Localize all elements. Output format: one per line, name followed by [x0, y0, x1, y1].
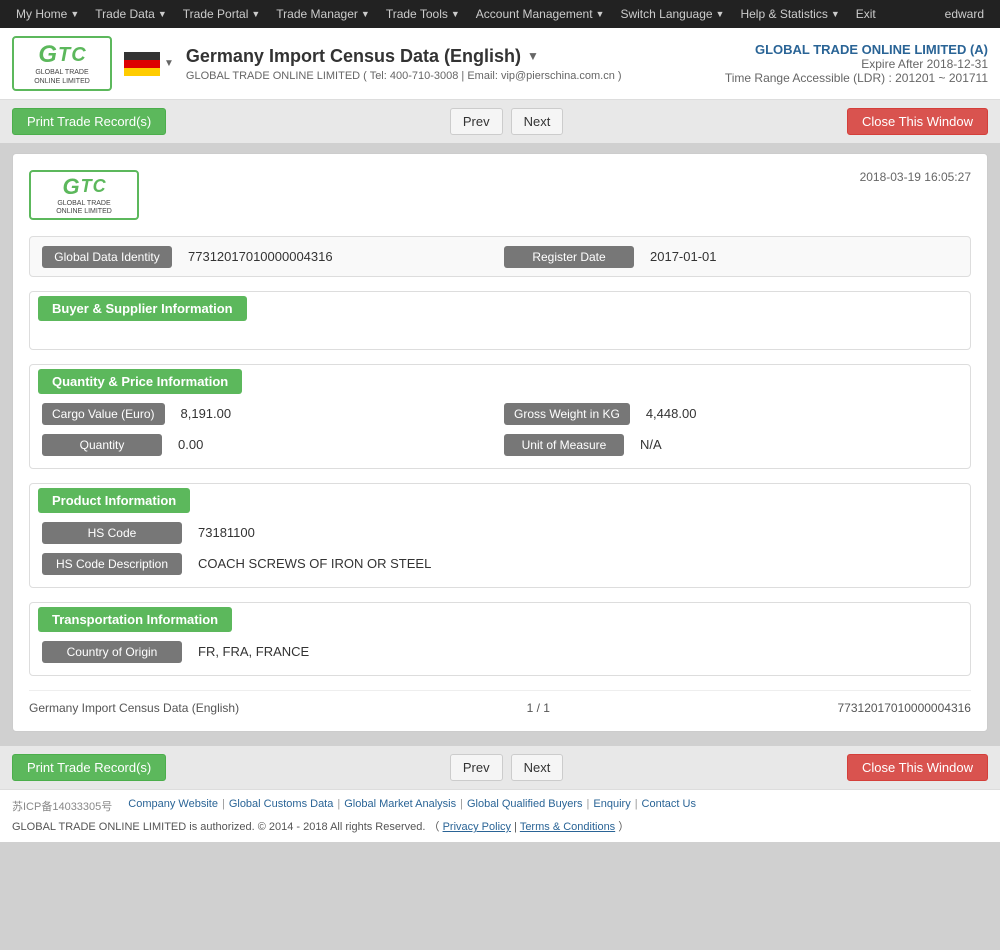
record-card: G T C GLOBAL TRADEONLINE LIMITED 2018-03… — [12, 153, 988, 732]
expire-date: Expire After 2018-12-31 — [725, 57, 988, 71]
record-logo: G T C GLOBAL TRADEONLINE LIMITED — [29, 170, 139, 220]
prev-button-bottom[interactable]: Prev — [450, 754, 503, 781]
page-footer: 苏ICP备14033305号 Company Website | Global … — [0, 789, 1000, 842]
page-title-area: Germany Import Census Data (English) ▼ G… — [186, 46, 725, 82]
product-title: Product Information — [38, 488, 190, 513]
title-dropdown-arrow[interactable]: ▼ — [527, 49, 539, 63]
logo-area: G T C GLOBAL TRADEONLINE LIMITED — [12, 36, 112, 91]
global-data-identity-value: 77312017010000004316 — [180, 245, 496, 268]
record-footer-title: Germany Import Census Data (English) — [29, 701, 239, 715]
hs-code-desc-row: HS Code Description COACH SCREWS OF IRON… — [42, 552, 958, 575]
print-button-bottom[interactable]: Print Trade Record(s) — [12, 754, 166, 781]
hs-code-value: 73181100 — [190, 521, 958, 544]
record-footer: Germany Import Census Data (English) 1 /… — [29, 690, 971, 715]
next-button-bottom[interactable]: Next — [511, 754, 564, 781]
footer-global-qualified-buyers[interactable]: Global Qualified Buyers — [467, 798, 583, 810]
identity-row: Global Data Identity 7731201701000000431… — [29, 236, 971, 277]
hs-code-desc-label: HS Code Description — [42, 553, 182, 575]
buyer-supplier-title: Buyer & Supplier Information — [38, 296, 247, 321]
hs-code-row: HS Code 73181100 — [42, 521, 958, 544]
footer-company-website[interactable]: Company Website — [128, 798, 218, 810]
close-button-bottom[interactable]: Close This Window — [847, 754, 988, 781]
user-name: edward — [937, 7, 992, 21]
prev-button-top[interactable]: Prev — [450, 108, 503, 135]
unit-of-measure-label: Unit of Measure — [504, 434, 624, 456]
nav-trade-data[interactable]: Trade Data ▼ — [87, 0, 175, 28]
germany-flag — [124, 52, 160, 76]
footer-terms-conditions[interactable]: Terms & Conditions — [520, 821, 615, 833]
nav-my-home[interactable]: My Home ▼ — [8, 0, 87, 28]
close-button-top[interactable]: Close This Window — [847, 108, 988, 135]
country-of-origin-value: FR, FRA, FRANCE — [190, 640, 958, 663]
icp-number: 苏ICP备14033305号 — [12, 798, 112, 814]
record-footer-page: 1 / 1 — [527, 701, 550, 715]
footer-enquiry[interactable]: Enquiry — [593, 798, 630, 810]
time-range: Time Range Accessible (LDR) : 201201 ~ 2… — [725, 71, 988, 85]
quantity-price-section: Quantity & Price Information Cargo Value… — [29, 364, 971, 469]
top-action-bar: Print Trade Record(s) Prev Next Close Th… — [0, 100, 1000, 143]
cargo-value-label: Cargo Value (Euro) — [42, 403, 165, 425]
quantity-price-title: Quantity & Price Information — [38, 369, 242, 394]
product-section: Product Information HS Code 73181100 HS … — [29, 483, 971, 588]
nav-trade-tools[interactable]: Trade Tools ▼ — [378, 0, 468, 28]
record-footer-id: 77312017010000004316 — [838, 701, 971, 715]
country-of-origin-label: Country of Origin — [42, 641, 182, 663]
country-flag-area[interactable]: ▼ — [124, 52, 174, 76]
buyer-supplier-section: Buyer & Supplier Information — [29, 291, 971, 350]
record-header: G T C GLOBAL TRADEONLINE LIMITED 2018-03… — [29, 170, 971, 220]
country-of-origin-row: Country of Origin FR, FRA, FRANCE — [42, 640, 958, 663]
cargo-value-value: 8,191.00 — [173, 402, 497, 425]
nav-account-management[interactable]: Account Management ▼ — [468, 0, 613, 28]
footer-privacy-policy[interactable]: Privacy Policy — [443, 821, 511, 833]
top-navigation: My Home ▼ Trade Data ▼ Trade Portal ▼ Tr… — [0, 0, 1000, 28]
footer-copyright: GLOBAL TRADE ONLINE LIMITED is authorize… — [12, 818, 988, 834]
main-content: G T C GLOBAL TRADEONLINE LIMITED 2018-03… — [0, 143, 1000, 746]
bottom-action-bar: Print Trade Record(s) Prev Next Close Th… — [0, 746, 1000, 789]
gross-weight-label: Gross Weight in KG — [504, 403, 630, 425]
page-subtitle: GLOBAL TRADE ONLINE LIMITED ( Tel: 400-7… — [186, 70, 725, 82]
hs-code-label: HS Code — [42, 522, 182, 544]
page-title: Germany Import Census Data (English) ▼ — [186, 46, 725, 67]
transportation-title: Transportation Information — [38, 607, 232, 632]
footer-links: Company Website | Global Customs Data | … — [128, 798, 696, 810]
header-right-info: GLOBAL TRADE ONLINE LIMITED (A) Expire A… — [725, 42, 988, 85]
quantity-price-row-2: Quantity 0.00 Unit of Measure N/A — [42, 433, 958, 456]
page-header: G T C GLOBAL TRADEONLINE LIMITED ▼ Germa… — [0, 28, 1000, 100]
unit-of-measure-value: N/A — [632, 433, 958, 456]
record-timestamp: 2018-03-19 16:05:27 — [860, 170, 971, 184]
gross-weight-value: 4,448.00 — [638, 402, 958, 425]
flag-dropdown-arrow[interactable]: ▼ — [164, 58, 174, 69]
account-company-name: GLOBAL TRADE ONLINE LIMITED (A) — [725, 42, 988, 57]
nav-trade-manager[interactable]: Trade Manager ▼ — [268, 0, 378, 28]
print-button-top[interactable]: Print Trade Record(s) — [12, 108, 166, 135]
nav-help-statistics[interactable]: Help & Statistics ▼ — [732, 0, 847, 28]
nav-trade-portal[interactable]: Trade Portal ▼ — [175, 0, 269, 28]
nav-switch-language[interactable]: Switch Language ▼ — [612, 0, 732, 28]
quantity-price-row-1: Cargo Value (Euro) 8,191.00 Gross Weight… — [42, 402, 958, 425]
hs-code-desc-value: COACH SCREWS OF IRON OR STEEL — [190, 552, 958, 575]
footer-contact-us[interactable]: Contact Us — [642, 798, 696, 810]
quantity-value: 0.00 — [170, 433, 496, 456]
nav-exit[interactable]: Exit — [848, 0, 884, 28]
quantity-label: Quantity — [42, 434, 162, 456]
footer-global-customs-data[interactable]: Global Customs Data — [229, 798, 334, 810]
register-date-value: 2017-01-01 — [642, 245, 958, 268]
next-button-top[interactable]: Next — [511, 108, 564, 135]
global-data-identity-label: Global Data Identity — [42, 246, 172, 268]
company-logo: G T C GLOBAL TRADEONLINE LIMITED — [12, 36, 112, 91]
register-date-label: Register Date — [504, 246, 634, 268]
transportation-section: Transportation Information Country of Or… — [29, 602, 971, 676]
footer-global-market-analysis[interactable]: Global Market Analysis — [344, 798, 456, 810]
